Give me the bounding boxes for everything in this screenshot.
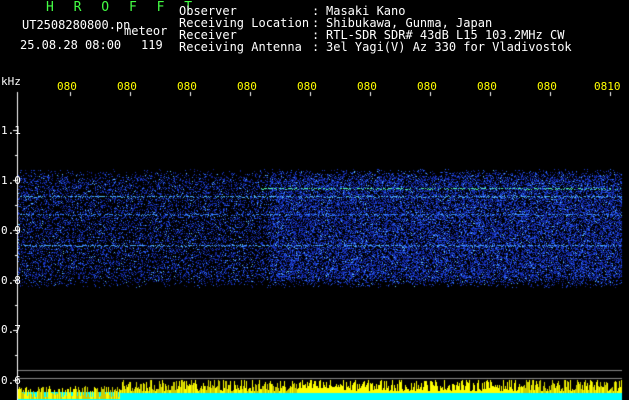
axis-unit: kHz: [1, 75, 21, 88]
time-tick: 080: [477, 80, 497, 93]
time-tick: 080: [297, 80, 317, 93]
antenna-label: Receiving Antenna: [179, 40, 302, 54]
filename-label: UT2508280800.pn: [22, 18, 131, 32]
time-tick: 0810: [594, 80, 621, 93]
time-tick: 080: [537, 80, 557, 93]
antenna-colon: :: [312, 40, 320, 54]
datetime-label: 25.08.28 08:00: [20, 38, 122, 52]
y-tick: 0.8: [1, 274, 21, 287]
y-tick: 0.7: [1, 323, 21, 336]
count-label: 119: [141, 38, 163, 52]
time-tick: 080: [237, 80, 257, 93]
time-tick: 080: [417, 80, 437, 93]
time-tick: 080: [57, 80, 77, 93]
time-tick: 080: [177, 80, 197, 93]
y-tick: 0.6: [1, 374, 21, 387]
y-tick: 0.9: [1, 224, 21, 237]
y-tick: 1.1: [1, 124, 21, 137]
mode-label: meteor: [124, 24, 168, 38]
spectrogram-canvas: [0, 0, 629, 400]
time-tick: 080: [357, 80, 377, 93]
hrofft-logo: H R O F F T: [46, 0, 199, 15]
antenna-value: 3el Yagi(V) Az 330 for Vladivostok: [326, 40, 572, 54]
y-tick: 1.0: [1, 174, 21, 187]
time-tick: 080: [117, 80, 137, 93]
